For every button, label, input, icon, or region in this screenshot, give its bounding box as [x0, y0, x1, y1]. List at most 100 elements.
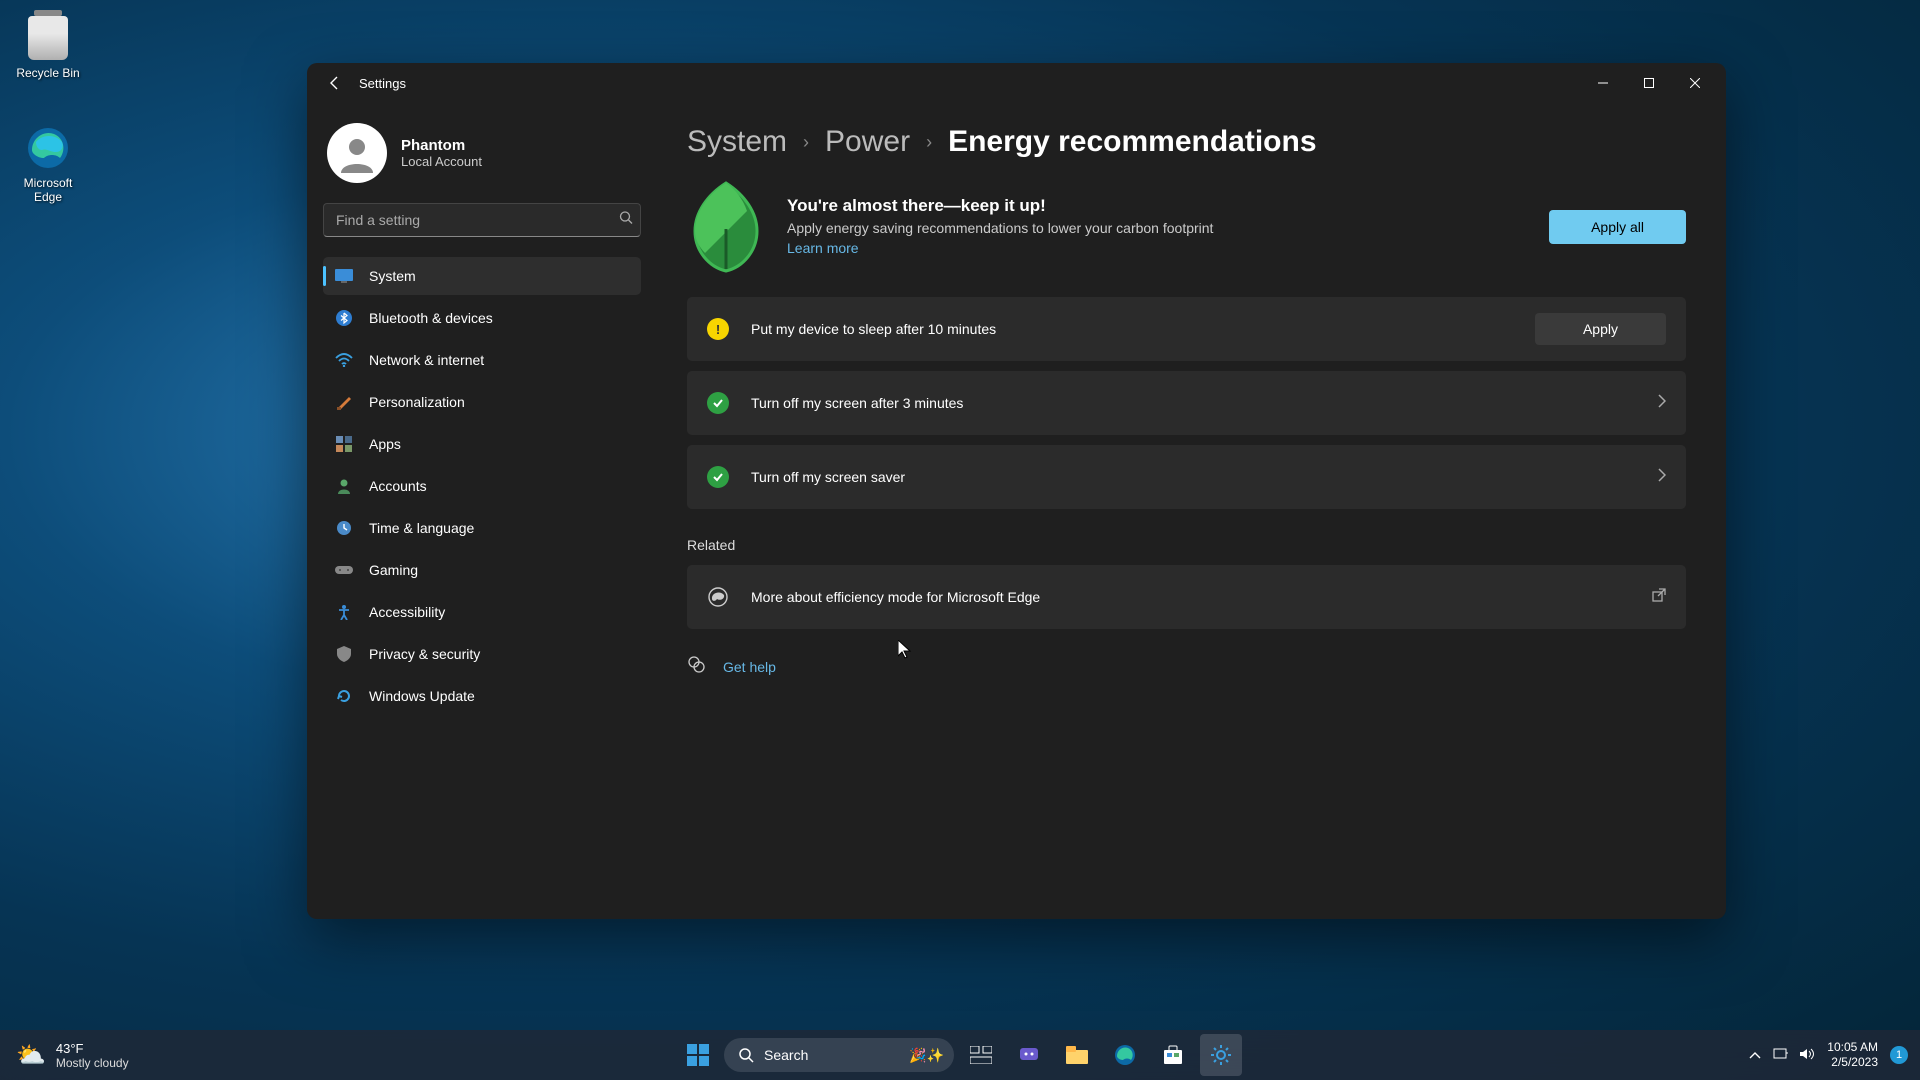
- weather-temp: 43°F: [56, 1041, 129, 1056]
- taskbar-chat[interactable]: [1008, 1034, 1050, 1076]
- nav-label: Privacy & security: [369, 646, 480, 662]
- nav-label: Gaming: [369, 562, 418, 578]
- help-icon: [687, 655, 705, 678]
- shield-icon: [335, 645, 353, 663]
- minimize-button[interactable]: [1580, 67, 1626, 99]
- help-row: Get help: [687, 655, 1686, 678]
- nav-system[interactable]: System: [323, 257, 641, 295]
- breadcrumb-power[interactable]: Power: [825, 125, 910, 159]
- avatar: [327, 123, 387, 183]
- breadcrumb-current: Energy recommendations: [948, 125, 1316, 159]
- apply-all-button[interactable]: Apply all: [1549, 210, 1686, 244]
- nav-apps[interactable]: Apps: [323, 425, 641, 463]
- nav-gaming[interactable]: Gaming: [323, 551, 641, 589]
- task-view-button[interactable]: [960, 1034, 1002, 1076]
- chevron-right-icon: ›: [926, 132, 932, 153]
- breadcrumb: System › Power › Energy recommendations: [687, 125, 1686, 159]
- titlebar: Settings: [307, 63, 1726, 103]
- start-button[interactable]: [678, 1035, 718, 1075]
- nav: System Bluetooth & devices Network & int…: [323, 257, 641, 715]
- warning-icon: !: [707, 318, 729, 340]
- user-block[interactable]: Phantom Local Account: [323, 115, 641, 203]
- taskbar-explorer[interactable]: [1056, 1034, 1098, 1076]
- hero-subtitle: Apply energy saving recommendations to l…: [787, 220, 1527, 236]
- edge-icon: [707, 586, 729, 608]
- taskbar-settings[interactable]: [1200, 1034, 1242, 1076]
- recycle-bin-icon: [24, 14, 72, 62]
- recommendation-screen-off[interactable]: Turn off my screen after 3 minutes: [687, 371, 1686, 435]
- nav-label: Personalization: [369, 394, 465, 410]
- volume-tray-icon[interactable]: [1799, 1047, 1815, 1064]
- search-icon: [619, 211, 633, 230]
- taskbar-store[interactable]: [1152, 1034, 1194, 1076]
- sidebar: Phantom Local Account System Bluetooth &…: [307, 103, 657, 919]
- tray-clock[interactable]: 10:05 AM 2/5/2023: [1827, 1040, 1878, 1070]
- weather-icon: ⛅: [16, 1041, 46, 1070]
- recommendation-label: Put my device to sleep after 10 minutes: [751, 321, 1535, 337]
- wifi-icon: [335, 351, 353, 369]
- clock-icon: [335, 519, 353, 537]
- taskbar-search-label: Search: [764, 1047, 808, 1063]
- tray-overflow-button[interactable]: [1749, 1048, 1761, 1062]
- update-icon: [335, 687, 353, 705]
- maximize-button[interactable]: [1626, 67, 1672, 99]
- chevron-right-icon: [1658, 394, 1666, 413]
- nav-privacy[interactable]: Privacy & security: [323, 635, 641, 673]
- related-edge-efficiency[interactable]: More about efficiency mode for Microsoft…: [687, 565, 1686, 629]
- external-link-icon: [1652, 588, 1666, 607]
- learn-more-link[interactable]: Learn more: [787, 240, 859, 256]
- breadcrumb-system[interactable]: System: [687, 125, 787, 159]
- tray-time-text: 10:05 AM: [1827, 1040, 1878, 1055]
- brush-icon: [335, 393, 353, 411]
- nav-bluetooth[interactable]: Bluetooth & devices: [323, 299, 641, 337]
- nav-label: Bluetooth & devices: [369, 310, 493, 326]
- nav-label: Time & language: [369, 520, 474, 536]
- bluetooth-icon: [335, 309, 353, 327]
- close-button[interactable]: [1672, 67, 1718, 99]
- main-content: System › Power › Energy recommendations …: [657, 103, 1726, 919]
- system-tray: 10:05 AM 2/5/2023 1: [1749, 1040, 1908, 1070]
- person-icon: [335, 477, 353, 495]
- nav-personalization[interactable]: Personalization: [323, 383, 641, 421]
- recommendation-sleep[interactable]: ! Put my device to sleep after 10 minute…: [687, 297, 1686, 361]
- nav-network[interactable]: Network & internet: [323, 341, 641, 379]
- system-icon: [335, 267, 353, 285]
- nav-label: System: [369, 268, 416, 284]
- nav-time-language[interactable]: Time & language: [323, 509, 641, 547]
- nav-windows-update[interactable]: Windows Update: [323, 677, 641, 715]
- desktop-icon-label: Microsoft Edge: [8, 176, 88, 204]
- weather-widget[interactable]: ⛅ 43°F Mostly cloudy: [16, 1041, 129, 1070]
- nav-accessibility[interactable]: Accessibility: [323, 593, 641, 631]
- back-button[interactable]: [315, 63, 355, 103]
- accessibility-icon: [335, 603, 353, 621]
- nav-label: Apps: [369, 436, 401, 452]
- notification-badge[interactable]: 1: [1890, 1046, 1908, 1064]
- nav-label: Accounts: [369, 478, 427, 494]
- recommendation-label: Turn off my screen saver: [751, 469, 1658, 485]
- network-tray-icon[interactable]: [1773, 1047, 1789, 1064]
- taskbar-edge[interactable]: [1104, 1034, 1146, 1076]
- chevron-right-icon: [1658, 468, 1666, 487]
- chevron-right-icon: ›: [803, 132, 809, 153]
- settings-window: Settings Phantom Local Account: [307, 63, 1726, 919]
- search-input[interactable]: [323, 203, 641, 237]
- hero: You're almost there—keep it up! Apply en…: [687, 179, 1686, 275]
- user-name: Phantom: [401, 137, 482, 154]
- check-icon: [707, 466, 729, 488]
- gamepad-icon: [335, 561, 353, 579]
- related-heading: Related: [687, 537, 1686, 553]
- nav-accounts[interactable]: Accounts: [323, 467, 641, 505]
- desktop-icon-recycle-bin[interactable]: Recycle Bin: [8, 14, 88, 80]
- search-wrap: [323, 203, 641, 237]
- nav-label: Accessibility: [369, 604, 445, 620]
- recommendation-screensaver[interactable]: Turn off my screen saver: [687, 445, 1686, 509]
- get-help-link[interactable]: Get help: [723, 659, 776, 675]
- desktop-icon-edge[interactable]: Microsoft Edge: [8, 124, 88, 204]
- apps-icon: [335, 435, 353, 453]
- taskbar-search[interactable]: Search 🎉✨: [724, 1038, 954, 1072]
- recommendation-label: Turn off my screen after 3 minutes: [751, 395, 1658, 411]
- desktop-icon-label: Recycle Bin: [8, 66, 88, 80]
- hero-title: You're almost there—keep it up!: [787, 196, 1527, 216]
- edge-icon: [24, 124, 72, 172]
- apply-button[interactable]: Apply: [1535, 313, 1666, 345]
